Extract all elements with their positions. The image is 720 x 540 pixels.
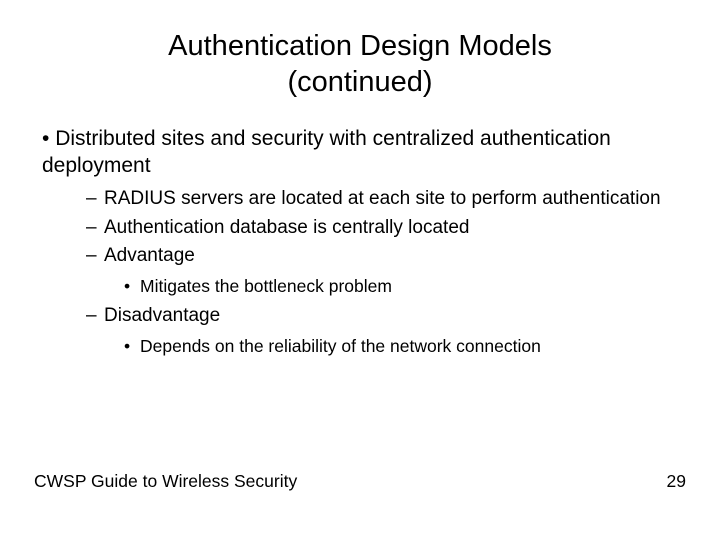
bullet-text: RADIUS servers are located at each site … [104,188,661,209]
list-item: RADIUS servers are located at each site … [86,187,686,212]
list-item: Disadvantage Depends on the reliability … [86,304,686,357]
page-number: 29 [667,471,686,492]
list-item: Distributed sites and security with cent… [42,125,686,358]
bullet-list-level3: Mitigates the bottleneck problem [124,275,686,298]
list-item: Depends on the reliability of the networ… [124,335,686,358]
bullet-text: Authentication database is centrally loc… [104,217,469,238]
bullet-text: Depends on the reliability of the networ… [140,336,541,356]
bullet-text: Advantage [104,245,195,266]
list-item: Authentication database is centrally loc… [86,216,686,241]
list-item: Mitigates the bottleneck problem [124,275,686,298]
bullet-text: Disadvantage [104,305,220,326]
bullet-text: Distributed sites and security with cent… [42,127,611,177]
bullet-list-level2: RADIUS servers are located at each site … [86,187,686,357]
bullet-list-level3: Depends on the reliability of the networ… [124,335,686,358]
title-line-1: Authentication Design Models [168,30,552,62]
slide-footer: CWSP Guide to Wireless Security 29 [34,471,686,492]
slide-body: Distributed sites and security with cent… [34,125,686,358]
slide-title: Authentication Design Models (continued) [34,28,686,101]
bullet-list-level1: Distributed sites and security with cent… [42,125,686,358]
footer-source: CWSP Guide to Wireless Security [34,471,297,492]
bullet-text: Mitigates the bottleneck problem [140,276,392,296]
list-item: Advantage Mitigates the bottleneck probl… [86,244,686,297]
title-line-2: (continued) [287,66,432,98]
